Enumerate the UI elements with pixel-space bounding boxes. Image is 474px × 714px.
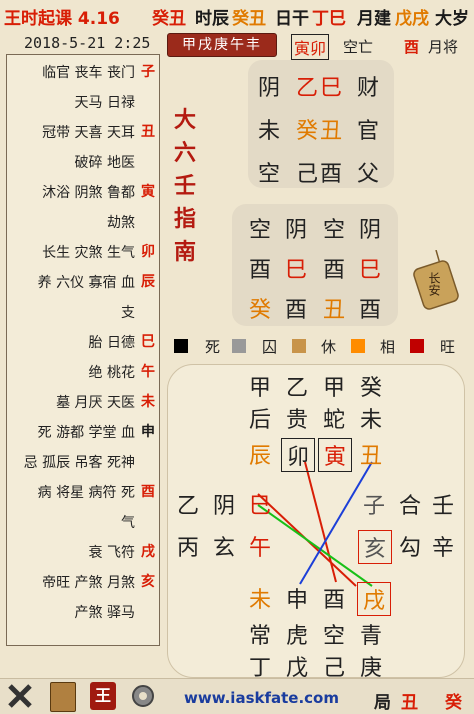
tp-top2: 未 xyxy=(359,408,382,433)
tp-side: 亥 xyxy=(358,530,392,564)
ju-value: 丑 xyxy=(401,693,418,713)
tp-side: 辛 xyxy=(431,536,454,561)
tp-top1: 甲 xyxy=(322,376,345,401)
tp-top2: 后 xyxy=(248,408,271,433)
tp-top3: 丑 xyxy=(359,444,382,469)
tp-side: 乙 xyxy=(176,494,199,519)
tp-bottom2: 虎 xyxy=(285,624,308,649)
tp-top1: 癸 xyxy=(359,376,382,401)
tp-top3: 寅 xyxy=(318,438,352,472)
tp-top1: 甲 xyxy=(248,376,271,401)
tp-side: 壬 xyxy=(431,494,454,519)
book-icon[interactable] xyxy=(50,682,76,712)
tp-side: 阴 xyxy=(212,494,235,519)
gear-icon[interactable] xyxy=(130,683,156,709)
tp-bottom3: 酉 xyxy=(322,588,345,613)
tianpan-lines xyxy=(257,461,373,587)
tp-side: 玄 xyxy=(212,536,235,561)
tp-top2: 蛇 xyxy=(322,408,345,433)
tp-side: 午 xyxy=(248,536,271,561)
ju-label: 局 xyxy=(374,693,391,713)
tp-top1: 乙 xyxy=(285,376,308,401)
tp-side: 巳 xyxy=(248,494,271,519)
tp-top3: 辰 xyxy=(248,444,271,469)
tp-side: 勾 xyxy=(398,536,421,561)
tp-bottom3: 戌 xyxy=(357,582,391,616)
tp-side: 子 xyxy=(362,494,385,519)
wang-icon[interactable]: 王 xyxy=(90,682,116,710)
tp-top3: 卯 xyxy=(281,438,315,472)
tp-bottom2: 常 xyxy=(248,624,271,649)
close-icon[interactable] xyxy=(6,682,34,710)
ju-prefix: 癸 xyxy=(445,693,462,713)
tp-top2: 贵 xyxy=(285,408,308,433)
tp-bottom2: 青 xyxy=(359,624,382,649)
tp-bottom3: 未 xyxy=(248,588,271,613)
tp-side: 丙 xyxy=(176,536,199,561)
website-link[interactable]: www.iaskfate.com xyxy=(184,689,339,707)
tp-bottom3: 申 xyxy=(285,588,308,613)
tp-side: 合 xyxy=(398,494,421,519)
tp-bottom2: 空 xyxy=(322,624,345,649)
